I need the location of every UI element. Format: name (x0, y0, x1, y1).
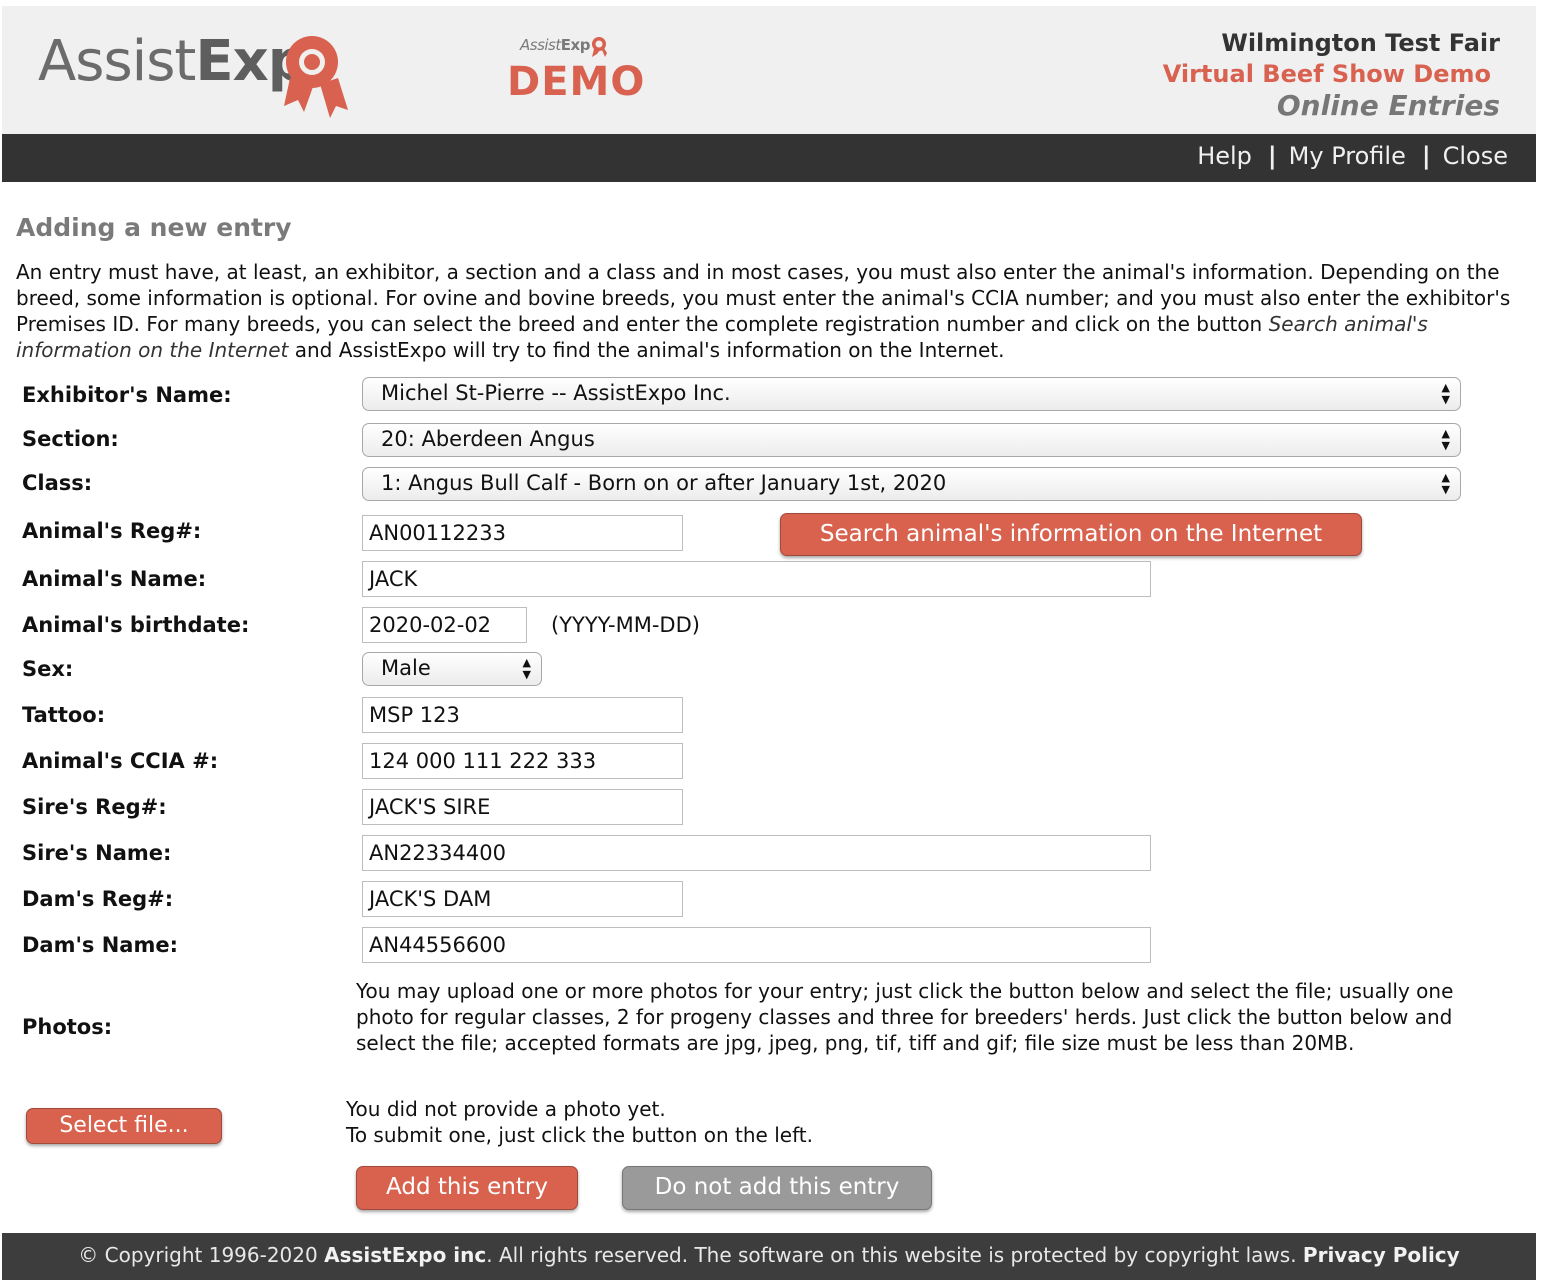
my-profile-link[interactable]: My Profile (1289, 142, 1406, 170)
dam-reg-input[interactable]: JACK'S DAM (362, 881, 683, 917)
nav-separator: | (1267, 142, 1277, 170)
nav-bar: Help | My Profile | Close (2, 134, 1536, 182)
select-file-button[interactable]: Select file... (26, 1108, 222, 1144)
sire-reg-label: Sire's Reg#: (22, 795, 167, 819)
photo-status: You did not provide a photo yet. To subm… (346, 1096, 813, 1148)
select-arrows-icon: ▲ ▼ (1441, 381, 1450, 406)
dam-name-label: Dam's Name: (22, 933, 178, 957)
fair-name: Wilmington Test Fair (1221, 29, 1500, 57)
animal-name-input[interactable]: JACK (362, 561, 1151, 597)
rights-text: . All rights reserved. The software on t… (486, 1243, 1303, 1267)
demo-mini-logo-bold: Exp (560, 36, 591, 54)
demo-label: DEMO (507, 59, 646, 105)
section-label: Section: (22, 427, 119, 451)
rosette-icon (284, 36, 348, 118)
section-name: Online Entries (1276, 89, 1500, 122)
header: AssistExp AssistExp DEMO Wilmington Test… (2, 6, 1536, 134)
exhibitor-select-value: Michel St-Pierre -- AssistExpo Inc. (381, 381, 731, 405)
reg-input[interactable]: AN00112233 (362, 515, 683, 551)
tattoo-label: Tattoo: (22, 703, 106, 727)
close-link[interactable]: Close (1443, 142, 1508, 170)
assistexpo-logo: AssistExp (38, 34, 308, 90)
copyright-text: © Copyright 1996-2020 (78, 1243, 325, 1267)
intro-text-part: and AssistExpo will try to find the anim… (288, 338, 1005, 362)
demo-mini-logo-light: Assist (520, 36, 561, 54)
section-select[interactable]: 20: Aberdeen Angus ▲ ▼ (362, 423, 1461, 457)
ccia-input[interactable]: 124 000 111 222 333 (362, 743, 683, 779)
ccia-label: Animal's CCIA #: (22, 749, 219, 773)
class-select[interactable]: 1: Angus Bull Calf - Born on or after Ja… (362, 467, 1461, 501)
sire-name-input[interactable]: AN22334400 (362, 835, 1151, 871)
tattoo-input[interactable]: MSP 123 (362, 697, 683, 733)
fair-info: Wilmington Test Fair Virtual Beef Show D… (1163, 28, 1500, 121)
cancel-entry-button[interactable]: Do not add this entry (622, 1166, 932, 1210)
photos-label: Photos: (22, 1015, 113, 1039)
help-link[interactable]: Help (1197, 142, 1252, 170)
photo-instructions: You may upload one or more photos for yo… (356, 979, 1454, 1055)
photo-status-line: To submit one, just click the button on … (346, 1123, 813, 1147)
animal-name-label: Animal's Name: (22, 567, 207, 591)
nav-links: Help | My Profile | Close (1197, 142, 1508, 170)
select-arrows-icon: ▲ ▼ (1441, 427, 1450, 452)
demo-mini-logo: AssistExp (520, 36, 590, 54)
sire-name-label: Sire's Name: (22, 841, 172, 865)
exhibitor-label: Exhibitor's Name: (22, 383, 232, 407)
add-entry-button[interactable]: Add this entry (356, 1166, 578, 1210)
show-name: Virtual Beef Show Demo (1162, 60, 1491, 88)
select-arrows-icon: ▲ ▼ (1441, 471, 1450, 496)
dam-reg-label: Dam's Reg#: (22, 887, 174, 911)
birthdate-input[interactable]: 2020-02-02 (362, 607, 527, 643)
sire-reg-input[interactable]: JACK'S SIRE (362, 789, 683, 825)
intro-text: An entry must have, at least, an exhibit… (16, 259, 1536, 363)
privacy-policy-link[interactable]: Privacy Policy (1303, 1243, 1460, 1267)
class-label: Class: (22, 471, 93, 495)
logo-text-light: Assist (38, 29, 196, 94)
exhibitor-select[interactable]: Michel St-Pierre -- AssistExpo Inc. ▲ ▼ (362, 377, 1461, 411)
footer: © Copyright 1996-2020 AssistExpo inc. Al… (2, 1233, 1536, 1280)
reg-label: Animal's Reg#: (22, 519, 202, 543)
sex-select-value: Male (381, 656, 431, 680)
page-title: Adding a new entry (16, 213, 292, 242)
birthdate-format-hint: (YYYY-MM-DD) (551, 613, 700, 637)
photo-status-line: You did not provide a photo yet. (346, 1097, 666, 1121)
birthdate-label: Animal's birthdate: (22, 613, 250, 637)
class-select-value: 1: Angus Bull Calf - Born on or after Ja… (381, 471, 947, 495)
search-animal-button[interactable]: Search animal's information on the Inter… (780, 513, 1362, 556)
sex-select[interactable]: Male ▲ ▼ (362, 652, 542, 686)
dam-name-input[interactable]: AN44556600 (362, 927, 1151, 963)
mini-rosette-icon (592, 37, 607, 57)
section-select-value: 20: Aberdeen Angus (381, 427, 595, 451)
nav-separator: | (1421, 142, 1431, 170)
select-arrows-icon: ▲ ▼ (522, 656, 531, 681)
company-name: AssistExpo inc (324, 1243, 487, 1267)
sex-label: Sex: (22, 657, 74, 681)
